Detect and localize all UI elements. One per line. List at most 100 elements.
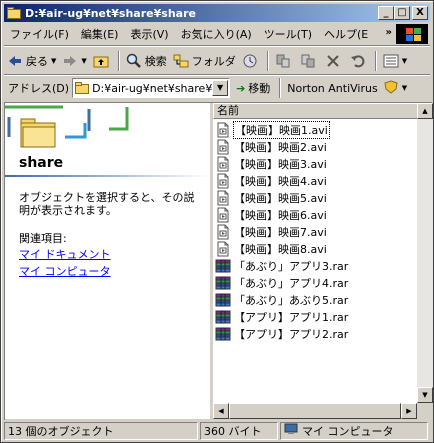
related-title: 関連項目:: [19, 232, 67, 245]
menu-bar: ファイル(F) 編集(E) 表示(V) お気に入り(A) ツール(T) ヘルプ(…: [4, 24, 430, 44]
menu-edit[interactable]: 編集(E): [75, 26, 125, 42]
status-object-count: 13 個のオブジェクト: [4, 422, 198, 440]
close-button[interactable]: X: [412, 6, 428, 20]
copy-to-button[interactable]: [297, 50, 322, 72]
video-file-icon: [215, 241, 231, 257]
history-button[interactable]: [239, 50, 264, 72]
undo-icon: [350, 53, 366, 69]
file-name: 【映画】映画4.avi: [234, 174, 327, 188]
menu-file[interactable]: ファイル(F): [4, 26, 75, 42]
archive-file-icon: [215, 292, 231, 308]
dropdown-arrow-icon[interactable]: ▼: [402, 84, 407, 92]
file-name: 【アプリ】アプリ2.rar: [234, 327, 349, 341]
video-file-icon: [215, 139, 231, 155]
dropdown-arrow-icon[interactable]: ▼: [81, 57, 86, 65]
status-size: 360 バイト: [200, 422, 278, 440]
folders-button[interactable]: フォルダ: [170, 50, 239, 72]
menu-view[interactable]: 表示(V): [124, 26, 174, 42]
address-input[interactable]: D:¥air-ug¥net¥share¥share ▼: [72, 78, 231, 98]
vertical-scrollbar[interactable]: ▲ ▼: [417, 103, 433, 403]
norton-shield-icon[interactable]: [384, 79, 398, 97]
list-item[interactable]: 【映画】映画8.avi: [215, 240, 349, 257]
scroll-thumb[interactable]: [229, 403, 401, 419]
video-file-icon: [215, 156, 231, 172]
scroll-right-button[interactable]: ▶: [401, 403, 417, 419]
search-button[interactable]: 検索: [123, 50, 170, 72]
delete-button[interactable]: [322, 50, 347, 72]
forward-button[interactable]: ▼: [59, 50, 89, 72]
dropdown-arrow-icon[interactable]: ▼: [51, 57, 56, 65]
maximize-button[interactable]: □: [394, 6, 410, 20]
views-icon: [383, 53, 399, 69]
status-bar: 13 個のオブジェクト 360 バイト マイ コンピュータ: [4, 422, 430, 440]
menu-tools[interactable]: ツール(T): [258, 26, 318, 42]
list-item[interactable]: 「あぶり」あぶり5.rar: [215, 291, 349, 308]
divider: [4, 45, 430, 47]
address-value: D:¥air-ug¥net¥share¥share: [92, 81, 213, 95]
explorer-window: D:¥air-ug¥net¥share¥share _ □ X ファイル(F) …: [0, 0, 434, 443]
video-file-icon: [215, 224, 231, 240]
norton-antivirus-link[interactable]: Norton AntiVirus: [284, 82, 377, 95]
menu-help[interactable]: ヘルプ(E: [318, 26, 374, 42]
windows-logo-icon: [396, 24, 428, 44]
go-label: 移動: [248, 82, 271, 95]
go-button[interactable]: ➔ 移動: [230, 80, 276, 96]
list-item[interactable]: 「あぶり」アプリ4.rar: [215, 274, 349, 291]
menu-overflow-chevron[interactable]: »: [386, 27, 392, 38]
content-area: share オブジェクトを選択すると、その説明が表示されます。 関連項目: マイ…: [4, 102, 433, 420]
list-item[interactable]: 【映画】映画6.avi: [215, 206, 349, 223]
video-file-icon: [215, 173, 231, 189]
search-icon: [126, 53, 142, 69]
video-file-icon: [215, 207, 231, 223]
list-item[interactable]: 【映画】映画5.avi: [215, 189, 349, 206]
file-list-pane: 名前 【映画】映画1.avi 【映画】映画2.avi 【映画】映画3.avi 【…: [213, 103, 433, 419]
list-item[interactable]: 【アプリ】アプリ2.rar: [215, 325, 349, 342]
archive-file-icon: [215, 326, 231, 342]
scrollbar-corner: [417, 403, 433, 419]
up-folder-button[interactable]: [90, 50, 115, 72]
folder-icon: [75, 82, 90, 94]
my-computer-link[interactable]: マイ コンピュータ: [19, 263, 111, 279]
minimize-button[interactable]: _: [378, 6, 394, 20]
delete-icon: [325, 53, 341, 69]
video-file-icon: [215, 190, 231, 206]
window-title: D:¥air-ug¥net¥share¥share: [25, 6, 196, 20]
selection-description: オブジェクトを選択すると、その説明が表示されます。: [19, 191, 195, 217]
my-documents-link[interactable]: マイ ドキュメント: [19, 246, 111, 262]
move-to-button[interactable]: [272, 50, 297, 72]
back-arrow-icon: [7, 53, 23, 69]
list-item[interactable]: 【映画】映画2.avi: [215, 138, 349, 155]
list-item[interactable]: 【映画】映画1.avi: [215, 120, 349, 139]
file-name: 【映画】映画3.avi: [234, 157, 327, 171]
list-item[interactable]: 【映画】映画4.avi: [215, 172, 349, 189]
back-button[interactable]: 戻る ▼: [4, 50, 59, 72]
list-item[interactable]: 【映画】映画7.avi: [215, 223, 349, 240]
scroll-up-button[interactable]: ▲: [417, 103, 433, 119]
views-button[interactable]: ▼: [380, 50, 410, 72]
list-item[interactable]: 「あぶり」アプリ3.rar: [215, 257, 349, 274]
undo-button[interactable]: [347, 50, 372, 72]
up-folder-icon: [93, 53, 109, 69]
divider: [117, 51, 120, 71]
move-to-icon: [275, 53, 291, 69]
scroll-left-button[interactable]: ◀: [213, 403, 229, 419]
column-header-name[interactable]: 名前: [213, 103, 423, 119]
title-bar[interactable]: D:¥air-ug¥net¥share¥share _ □ X: [4, 4, 430, 22]
file-name: 【アプリ】アプリ1.rar: [234, 310, 349, 324]
divider: [266, 51, 269, 71]
file-name: 【映画】映画1.avi: [233, 120, 330, 139]
file-name: 【映画】映画6.avi: [234, 208, 327, 222]
standard-toolbar: 戻る ▼ ▼ 検索 フォルダ ▼: [4, 48, 430, 74]
status-location-panel: マイ コンピュータ: [280, 422, 428, 440]
address-dropdown-button[interactable]: ▼: [212, 80, 229, 96]
search-label: 検索: [144, 55, 167, 68]
file-name: 【映画】映画2.avi: [234, 140, 327, 154]
file-list: 【映画】映画1.avi 【映画】映画2.avi 【映画】映画3.avi 【映画】…: [215, 120, 349, 342]
menu-favorites[interactable]: お気に入り(A): [175, 26, 258, 42]
address-label: アドレス(D): [8, 82, 70, 95]
dropdown-arrow-icon[interactable]: ▼: [402, 57, 407, 65]
list-item[interactable]: 【映画】映画3.avi: [215, 155, 349, 172]
scroll-down-button[interactable]: ▼: [417, 387, 433, 403]
horizontal-scrollbar[interactable]: ◀ ▶: [213, 403, 417, 419]
list-item[interactable]: 【アプリ】アプリ1.rar: [215, 308, 349, 325]
